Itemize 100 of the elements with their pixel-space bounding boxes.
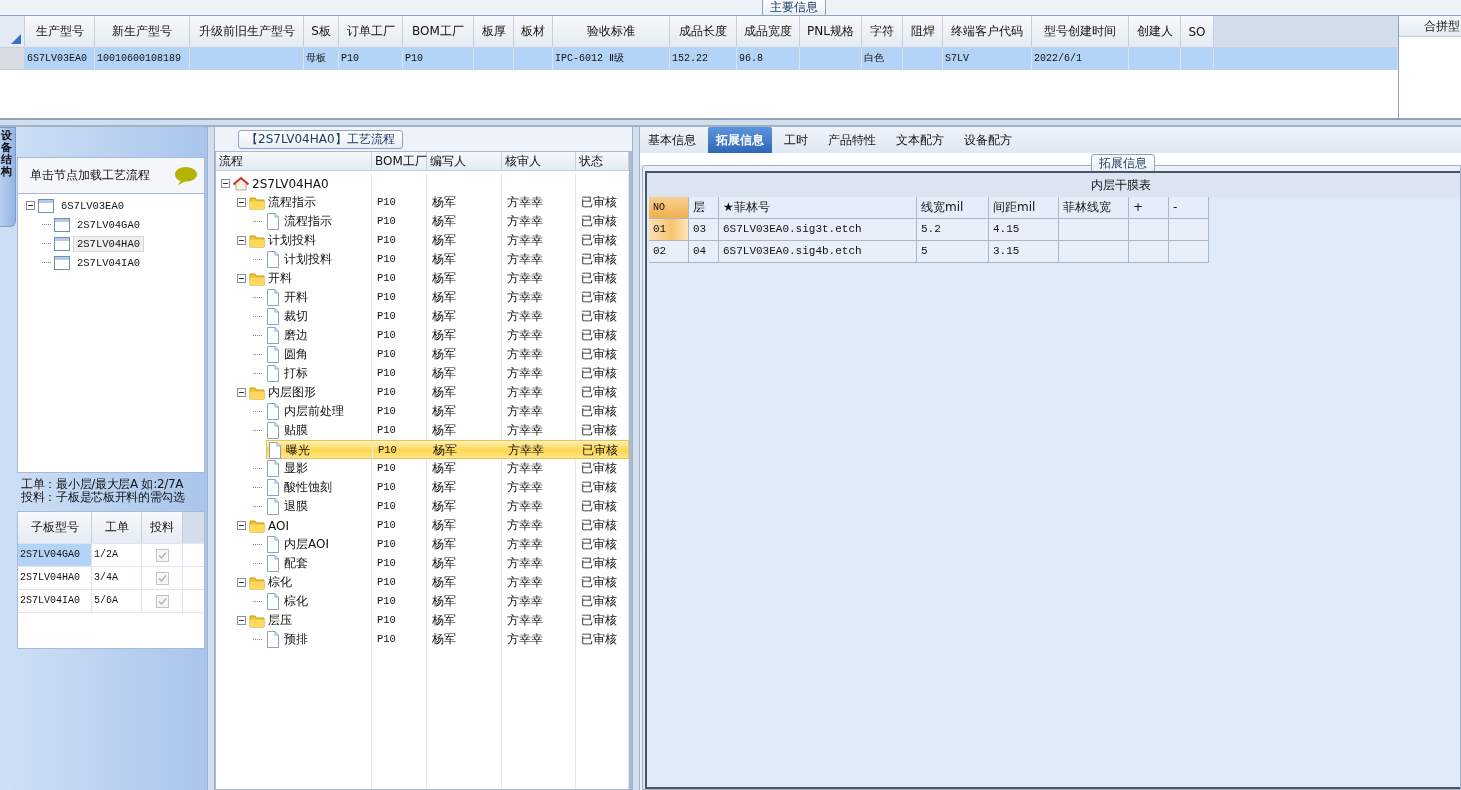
table-row[interactable]: 6S7LV03EA0 10010600108189 母板 P10 P10 IPC-6012 Ⅱ级 152.22 96.8 白色 S7LV 2022/6/1 [0,48,1398,70]
tree-item[interactable]: 棕化 [284,593,308,610]
tree-item[interactable]: 层压 [268,612,292,629]
expand-toggle[interactable] [221,179,230,188]
expand-toggle[interactable] [237,388,246,397]
side-tab[interactable]: 设备结构 [0,127,16,227]
column-header[interactable]: 工单 [92,512,142,543]
tab[interactable]: 工时 [776,127,816,153]
tree-item[interactable]: 退膜 [284,498,308,515]
tab[interactable]: 拓展信息 [708,127,772,153]
tree-item[interactable]: 磨边 [284,327,308,344]
table-cell: 方幸幸 [502,402,576,421]
column-header[interactable]: ★菲林号 [719,197,917,219]
table-cell: 杨军 [427,554,502,573]
column-header[interactable]: 菲林线宽 [1059,197,1129,219]
column-header[interactable]: 间距mil [989,197,1059,219]
tree-item[interactable]: 裁切 [284,308,308,325]
table-cell: 杨军 [427,383,502,402]
tree-item[interactable]: 计划投料 [284,251,332,268]
document-icon [265,422,281,439]
column-header[interactable]: 验收标准 [553,16,670,47]
tab[interactable]: 文本配方 [888,127,952,153]
tree-item[interactable]: 6S7LV03EA0 [57,197,128,214]
column-header[interactable]: 型号创建时间 [1032,16,1129,47]
column-header[interactable]: BOM工厂 [372,152,427,170]
tree-item[interactable]: AOI [268,518,289,533]
column-header[interactable]: NO [649,197,689,219]
column-header[interactable]: 子板型号 [18,512,92,543]
tree-item[interactable]: 2S7LV04HA0 [73,235,144,252]
checkbox[interactable] [155,571,169,585]
checkbox[interactable] [155,594,169,608]
column-header[interactable]: 成品宽度 [737,16,800,47]
column-header[interactable]: 核审人 [502,152,576,170]
column-header[interactable]: 板厚 [474,16,514,47]
tree-item[interactable]: 酸性蚀刻 [284,479,332,496]
tree-item[interactable]: 流程指示 [268,194,316,211]
tree-item[interactable]: 显影 [284,460,308,477]
column-header[interactable]: 线宽mil [917,197,989,219]
column-header[interactable]: - [1169,197,1209,219]
table-cell: 白色 [862,48,903,70]
tree-item[interactable]: 开料 [268,270,292,287]
tree-item[interactable]: 贴膜 [284,422,308,439]
column-header[interactable]: 层 [689,197,719,219]
expand-toggle[interactable] [26,201,35,210]
tree-item[interactable]: 计划投料 [268,232,316,249]
tree-item[interactable]: 2S7LV04IA0 [73,254,144,271]
table-cell: 已审核 [576,307,629,326]
column-header[interactable]: PNL规格 [800,16,862,47]
selected-row[interactable]: 曝光 P10 杨军 方幸幸 已审核 [266,440,629,459]
expand-toggle[interactable] [237,521,246,530]
column-header[interactable]: 阻焊 [903,16,943,47]
tree-item[interactable]: 打标 [284,365,308,382]
table-cell: 已审核 [576,554,629,573]
tree-item[interactable]: 内层AOI [284,536,329,553]
column-header[interactable]: 创建人 [1129,16,1181,47]
tree-item[interactable]: 配套 [284,555,308,572]
tree-item[interactable]: 开料 [284,289,308,306]
tab[interactable]: 设备配方 [956,127,1020,153]
tree-item[interactable]: 预排 [284,631,308,648]
tab[interactable]: 产品特性 [820,127,884,153]
tree-item[interactable]: 棕化 [268,574,292,591]
tree-item[interactable]: 内层前处理 [284,403,344,420]
table-cell: P10 [372,231,427,250]
table-cell: P10 [372,630,427,649]
tree-item[interactable]: 2S7LV04GA0 [73,216,144,233]
column-header[interactable]: 生产型号 [25,16,95,47]
tree-item[interactable]: 曝光 [286,442,310,459]
column-header[interactable]: 编写人 [427,152,502,170]
column-header[interactable]: 流程 [216,152,372,170]
column-header[interactable]: S板 [304,16,339,47]
tree-item[interactable]: 流程指示 [284,213,332,230]
column-header[interactable]: 状态 [576,152,629,170]
table-cell: 杨军 [427,459,502,478]
tree-item[interactable]: 2S7LV04HA0 [252,176,329,191]
table-cell: 已审核 [576,611,629,630]
table-cell: 2S7LV04IA0 [18,590,92,612]
table-cell: 方幸幸 [502,212,576,231]
expand-toggle[interactable] [237,274,246,283]
tree-item[interactable]: 圆角 [284,346,308,363]
expand-toggle[interactable] [237,616,246,625]
expand-toggle[interactable] [237,236,246,245]
tree-item[interactable]: 内层图形 [268,384,316,401]
window-icon [54,217,70,232]
document-icon [265,365,281,382]
column-header[interactable]: 订单工厂 [339,16,403,47]
column-header[interactable]: 终端客户代码 [943,16,1032,47]
column-header[interactable]: BOM工厂 [403,16,474,47]
tab[interactable]: 基本信息 [640,127,704,153]
column-header[interactable]: 字符 [862,16,903,47]
column-header[interactable]: 成品长度 [670,16,737,47]
column-header[interactable]: 升级前旧生产型号 [190,16,304,47]
column-header[interactable]: 新生产型号 [95,16,190,47]
window-icon [54,255,70,270]
table-cell-text: P10 [377,443,398,458]
expand-toggle[interactable] [237,578,246,587]
checkbox[interactable] [155,548,169,562]
table-cell: 杨军 [427,573,502,592]
expand-toggle[interactable] [237,198,246,207]
column-header[interactable]: + [1129,197,1169,219]
column-header[interactable]: 板材 [514,16,553,47]
